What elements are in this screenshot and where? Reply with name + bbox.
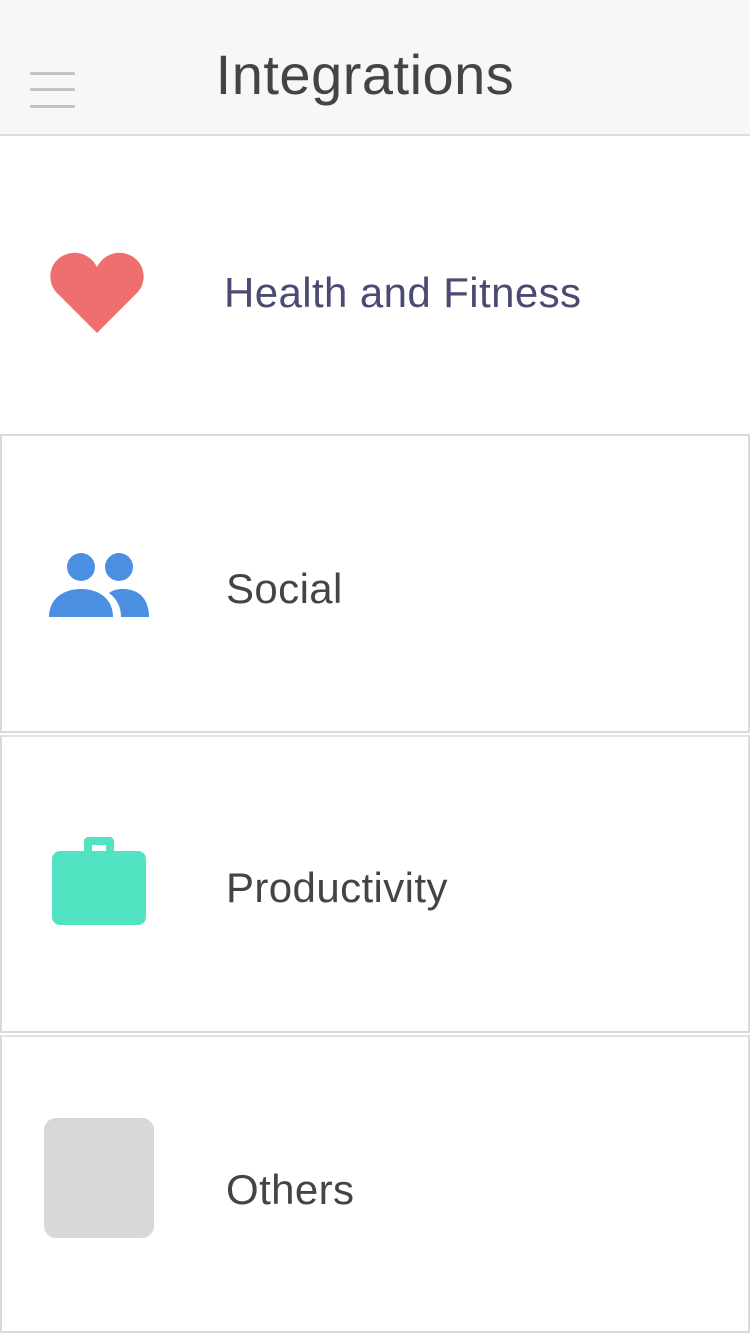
category-label: Productivity [226, 864, 448, 911]
category-social[interactable]: Social [0, 436, 750, 733]
heart-icon [42, 236, 152, 346]
category-label: Health and Fitness [224, 269, 582, 316]
category-health-and-fitness[interactable]: Health and Fitness [0, 136, 750, 436]
page-title: Integrations [215, 43, 515, 106]
briefcase-icon [44, 827, 154, 937]
category-label: Social [226, 565, 343, 612]
category-label: Others [226, 1166, 355, 1213]
placeholder-square-icon [44, 1118, 154, 1238]
app-header: Integrations [0, 0, 750, 136]
people-icon [44, 531, 154, 641]
category-list: Health and Fitness Social Productivity O… [0, 136, 750, 1333]
category-others[interactable]: Others [0, 1035, 750, 1333]
category-productivity[interactable]: Productivity [0, 735, 750, 1033]
